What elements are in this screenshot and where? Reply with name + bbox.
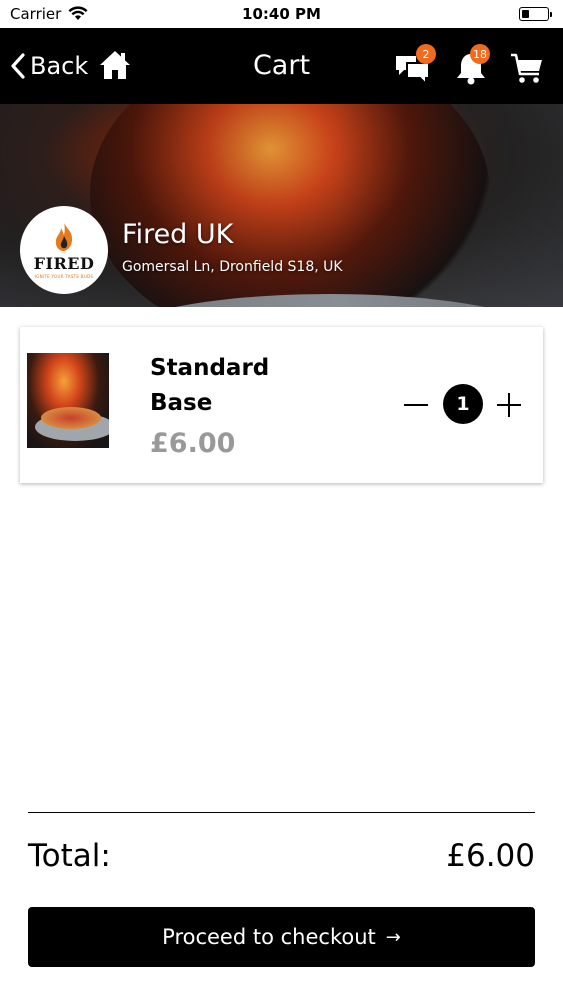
cart-icon bbox=[511, 53, 542, 83]
flame-icon bbox=[55, 222, 73, 251]
checkout-label: Proceed to checkout bbox=[162, 925, 376, 949]
checkout-button[interactable]: Proceed to checkout → bbox=[28, 907, 535, 967]
cart-button[interactable] bbox=[510, 52, 544, 90]
cart-item: Standard Base £6.00 1 bbox=[20, 327, 543, 483]
increase-quantity-button[interactable] bbox=[496, 390, 522, 420]
quantity-value: 1 bbox=[443, 384, 483, 424]
thumbnail-pizza bbox=[41, 407, 101, 429]
decrease-quantity-button[interactable] bbox=[404, 390, 430, 420]
item-thumbnail bbox=[27, 353, 109, 448]
total-label: Total: bbox=[28, 838, 111, 874]
divider bbox=[28, 812, 535, 813]
chevron-left-icon bbox=[11, 53, 25, 79]
item-price: £6.00 bbox=[150, 428, 236, 459]
chat-badge: 2 bbox=[416, 44, 436, 64]
home-button[interactable] bbox=[98, 48, 132, 86]
notifications-button[interactable]: 18 bbox=[455, 44, 490, 90]
restaurant-address: Gomersal Ln, Dronfield S18, UK bbox=[122, 259, 343, 275]
arrow-right-icon: → bbox=[385, 926, 401, 948]
battery-nub bbox=[550, 11, 552, 17]
nav-bar: Back Cart 2 18 bbox=[0, 28, 563, 104]
notifications-badge: 18 bbox=[470, 44, 490, 64]
logo-tagline: IGNITE YOUR TASTE BUDS bbox=[34, 273, 94, 279]
total-value: £6.00 bbox=[446, 838, 535, 874]
logo-wordmark: FIRED bbox=[33, 253, 95, 273]
item-name: Standard Base bbox=[150, 355, 270, 416]
back-label: Back bbox=[30, 52, 89, 80]
status-bar: Carrier 10:40 PM bbox=[0, 0, 563, 28]
restaurant-name: Fired UK bbox=[122, 219, 234, 250]
home-icon bbox=[100, 51, 130, 79]
status-time: 10:40 PM bbox=[242, 5, 321, 23]
restaurant-logo: FIRED IGNITE YOUR TASTE BUDS bbox=[20, 206, 108, 294]
battery-fill bbox=[522, 10, 529, 18]
chat-button[interactable]: 2 bbox=[394, 44, 436, 90]
back-button[interactable]: Back bbox=[10, 48, 88, 84]
battery-icon bbox=[519, 7, 552, 21]
